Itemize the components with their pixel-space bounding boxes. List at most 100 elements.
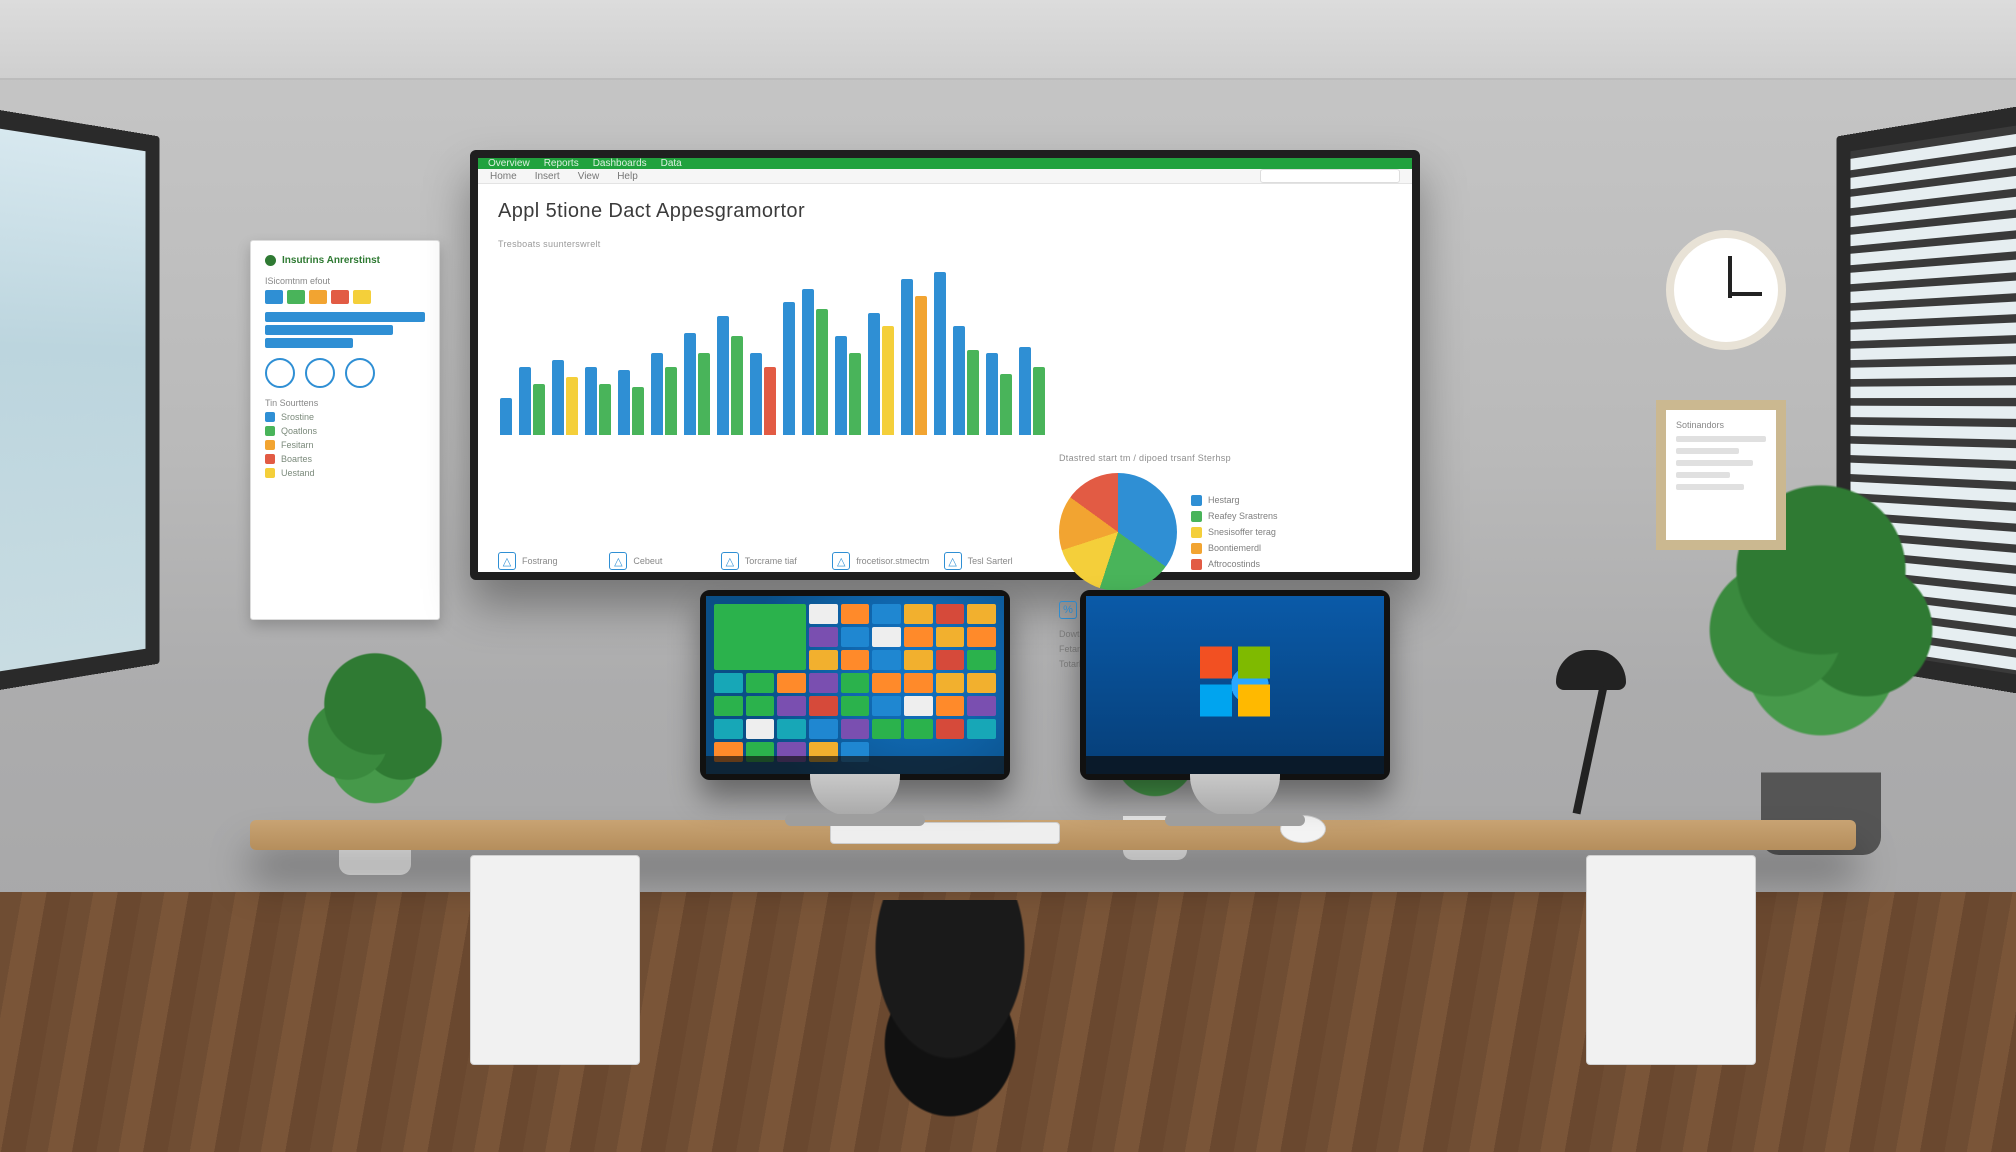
start-tile[interactable]	[809, 719, 838, 739]
page-subtitle: Tresboats suunterswrelt	[498, 239, 1047, 249]
start-tile[interactable]	[746, 719, 775, 739]
thumb	[287, 290, 305, 304]
start-tile[interactable]	[809, 696, 838, 716]
start-tile[interactable]	[936, 604, 965, 624]
monitor-left[interactable]	[700, 590, 1010, 780]
start-tile[interactable]	[872, 673, 901, 693]
start-screen[interactable]	[706, 596, 1004, 774]
start-tile[interactable]	[967, 627, 996, 647]
swatch-icon	[265, 468, 275, 478]
start-tile[interactable]	[967, 604, 996, 624]
start-tile[interactable]	[841, 627, 870, 647]
bar	[915, 296, 927, 435]
start-tile[interactable]	[841, 604, 870, 624]
titlebar-item[interactable]: Reports	[544, 158, 579, 169]
bar-chart	[498, 261, 1047, 441]
swatch-icon	[265, 426, 275, 436]
titlebar-item[interactable]: Overview	[488, 158, 530, 169]
start-tile[interactable]	[809, 650, 838, 670]
titlebar-item[interactable]: Data	[661, 158, 682, 169]
desktop-wallpaper[interactable]	[1086, 596, 1384, 774]
start-tile[interactable]	[746, 673, 775, 693]
start-tile[interactable]	[904, 673, 933, 693]
bar	[731, 336, 743, 435]
legend-item: Reafey Srastrens	[1191, 511, 1278, 522]
start-tile[interactable]	[936, 627, 965, 647]
bar	[585, 367, 597, 435]
start-tile[interactable]	[967, 673, 996, 693]
bar	[882, 326, 894, 435]
start-tile[interactable]	[714, 673, 743, 693]
taskbar[interactable]	[1086, 756, 1384, 774]
start-tile[interactable]	[872, 604, 901, 624]
legend-item: Hestarg	[1191, 495, 1278, 506]
start-tile[interactable]	[967, 650, 996, 670]
start-tile[interactable]	[841, 696, 870, 716]
poster-section: ISicomtnm efout	[265, 276, 425, 286]
tab[interactable]: Home	[490, 171, 517, 182]
start-tile[interactable]	[904, 650, 933, 670]
bar	[849, 353, 861, 435]
start-tile[interactable]	[936, 696, 965, 716]
start-tile[interactable]	[777, 696, 806, 716]
start-tile[interactable]	[904, 604, 933, 624]
start-tile[interactable]	[841, 650, 870, 670]
start-tile[interactable]	[714, 719, 743, 739]
start-tile[interactable]	[809, 627, 838, 647]
bar	[566, 377, 578, 435]
start-tile[interactable]	[714, 696, 743, 716]
start-tile[interactable]	[967, 719, 996, 739]
dashboard-titlebar: Overview Reports Dashboards Data	[478, 158, 1412, 169]
start-tile[interactable]	[904, 627, 933, 647]
bar	[665, 367, 677, 435]
search-input[interactable]	[1260, 169, 1400, 183]
start-tile[interactable]	[936, 719, 965, 739]
legend-item: Aftrocostinds	[1191, 559, 1278, 570]
start-tile[interactable]	[904, 696, 933, 716]
bar	[1033, 367, 1045, 435]
office-chair	[820, 900, 1080, 1140]
plant	[308, 650, 443, 830]
tab[interactable]: Help	[617, 171, 638, 182]
start-tile[interactable]	[872, 696, 901, 716]
tab[interactable]: View	[578, 171, 600, 182]
start-tile[interactable]	[841, 673, 870, 693]
start-tile[interactable]	[936, 650, 965, 670]
start-tile[interactable]	[809, 673, 838, 693]
start-tile[interactable]	[714, 604, 806, 670]
titlebar-item[interactable]: Dashboards	[593, 158, 647, 169]
start-tile[interactable]	[777, 673, 806, 693]
start-tile[interactable]	[746, 696, 775, 716]
monitor-right[interactable]	[1080, 590, 1390, 780]
swatch-icon	[1191, 527, 1202, 538]
bar	[986, 353, 998, 435]
start-tile[interactable]	[872, 627, 901, 647]
swatch-icon	[1191, 511, 1202, 522]
start-tile[interactable]	[777, 719, 806, 739]
poster-gauges	[265, 358, 425, 388]
bar	[783, 302, 795, 435]
poster-section: Tin Sourttens	[265, 398, 425, 408]
dashboard-tabstrip: Home Insert View Help	[478, 169, 1412, 184]
start-tile[interactable]	[841, 719, 870, 739]
poster-list: SrostineQoatlonsFesitarnBoartesUestand	[265, 412, 425, 478]
swatch-icon	[265, 440, 275, 450]
start-tile[interactable]	[872, 719, 901, 739]
start-tile[interactable]	[936, 673, 965, 693]
wall-clock	[1666, 230, 1786, 350]
bar	[934, 272, 946, 435]
start-tile[interactable]	[967, 696, 996, 716]
triangle-warning-icon: △	[498, 552, 516, 570]
start-tile[interactable]	[809, 604, 838, 624]
pie-chart	[1059, 473, 1177, 591]
taskbar[interactable]	[706, 756, 1004, 774]
thumb	[265, 290, 283, 304]
note-title: Sotinandors	[1676, 420, 1766, 430]
tab[interactable]: Insert	[535, 171, 560, 182]
start-tile[interactable]	[872, 650, 901, 670]
bar	[816, 309, 828, 435]
swatch-icon	[1191, 495, 1202, 506]
poster-thumbs	[265, 290, 425, 304]
bar	[618, 370, 630, 435]
start-tile[interactable]	[904, 719, 933, 739]
